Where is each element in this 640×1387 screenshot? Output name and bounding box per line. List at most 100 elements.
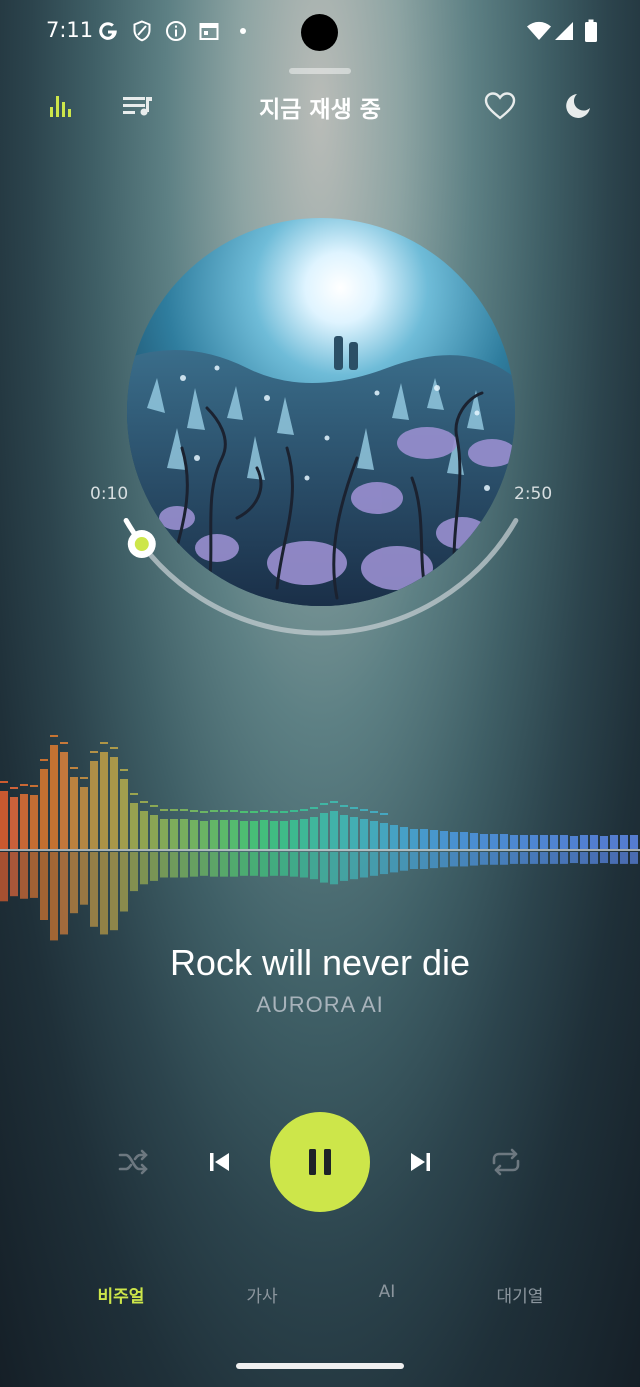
visualizer-bar bbox=[270, 821, 278, 849]
calendar-icon bbox=[198, 19, 220, 43]
visualizer-peak bbox=[200, 811, 208, 813]
visualizer-bar bbox=[190, 820, 198, 849]
visualizer-bar bbox=[520, 835, 528, 849]
shuffle-icon bbox=[118, 1149, 148, 1175]
shield-icon bbox=[131, 19, 153, 43]
visualizer-bar bbox=[20, 794, 28, 849]
visualizer-bar bbox=[460, 832, 468, 849]
repeat-icon bbox=[492, 1148, 520, 1176]
visualizer-peak bbox=[360, 809, 368, 811]
playlist-button[interactable] bbox=[115, 84, 159, 128]
visualizer-bar bbox=[540, 835, 548, 849]
visualizer-peak bbox=[300, 809, 308, 811]
visualizer-peak bbox=[320, 803, 328, 805]
visualizer-bar-reflection bbox=[630, 852, 638, 864]
visualizer-bar bbox=[470, 833, 478, 849]
home-indicator[interactable] bbox=[236, 1363, 404, 1369]
pause-button[interactable] bbox=[270, 1112, 370, 1212]
visualizer-bar-reflection bbox=[190, 852, 198, 877]
visualizer-bar bbox=[290, 820, 298, 849]
visualizer-bar bbox=[310, 817, 318, 849]
visualizer-bar bbox=[620, 835, 628, 849]
visualizer-bar bbox=[30, 795, 38, 849]
visualizer-bar-reflection bbox=[480, 852, 488, 865]
visualizer-bar bbox=[360, 819, 368, 849]
visualizer-bar bbox=[110, 757, 118, 849]
visualizer-peak bbox=[70, 767, 78, 769]
song-artist: AURORA AI bbox=[256, 992, 384, 1017]
visualizer-bar-reflection bbox=[340, 852, 348, 881]
visualizer-bar-reflection bbox=[120, 852, 128, 912]
visualizer-bar bbox=[320, 813, 328, 849]
visualizer-baseline bbox=[0, 849, 640, 851]
previous-button[interactable] bbox=[198, 1140, 242, 1184]
visualizer-bar-reflection bbox=[150, 852, 158, 881]
next-button[interactable] bbox=[398, 1140, 442, 1184]
visualizer-peak bbox=[220, 810, 228, 812]
visualizer-bar bbox=[370, 821, 378, 849]
visualizer-bar bbox=[550, 835, 558, 849]
visualizer-bar bbox=[70, 777, 78, 849]
tab-queue[interactable]: 대기열 bbox=[460, 1282, 580, 1310]
sleep-timer-button[interactable] bbox=[556, 84, 600, 128]
visualizer-bar bbox=[440, 831, 448, 849]
equalizer-button[interactable] bbox=[39, 84, 83, 128]
favorite-button[interactable] bbox=[478, 84, 522, 128]
tab-lyrics[interactable]: 가사 bbox=[202, 1282, 322, 1310]
visualizer-peak bbox=[110, 747, 118, 749]
tab-visual[interactable]: 비주얼 bbox=[61, 1282, 181, 1310]
visualizer-bar bbox=[50, 745, 58, 849]
visualizer-bar-reflection bbox=[90, 852, 98, 927]
visualizer-bar-reflection bbox=[10, 852, 18, 897]
next-icon bbox=[411, 1153, 430, 1171]
visualizer-bar-reflection bbox=[110, 852, 118, 931]
visualizer-bar bbox=[490, 834, 498, 849]
visualizer-bar-reflection bbox=[560, 852, 568, 864]
visualizer-bar bbox=[580, 835, 588, 849]
visualizer-bar-reflection bbox=[160, 852, 168, 878]
heart-icon bbox=[484, 92, 516, 120]
visualizer-peak bbox=[60, 742, 68, 744]
moon-icon bbox=[566, 94, 590, 118]
visualizer-peak bbox=[120, 769, 128, 771]
visualizer-bar-reflection bbox=[410, 852, 418, 869]
visualizer-bar-reflection bbox=[320, 852, 328, 883]
repeat-button[interactable] bbox=[484, 1140, 528, 1184]
visualizer-bar bbox=[340, 815, 348, 849]
visualizer-bar-reflection bbox=[450, 852, 458, 867]
visualizer-peak bbox=[280, 811, 288, 813]
visualizer-peak bbox=[190, 810, 198, 812]
visualizer-bar bbox=[180, 819, 188, 849]
visualizer-bar-reflection bbox=[330, 852, 338, 885]
playlist-icon bbox=[123, 97, 152, 116]
dot-icon bbox=[238, 19, 248, 43]
progress-thumb[interactable] bbox=[127, 530, 156, 559]
visualizer-peak bbox=[380, 813, 388, 815]
visualizer-bar-reflection bbox=[530, 852, 538, 864]
visualizer-bar-reflection bbox=[140, 852, 148, 885]
visualizer-bar-reflection bbox=[0, 852, 8, 902]
tab-ai[interactable]: AI bbox=[327, 1282, 447, 1310]
visualizer-bar-reflection bbox=[360, 852, 368, 878]
drag-handle[interactable] bbox=[289, 68, 351, 74]
pause-icon bbox=[309, 1149, 331, 1175]
visualizer-peak bbox=[240, 811, 248, 813]
equalizer-icon bbox=[50, 96, 71, 117]
visualizer-peak bbox=[260, 810, 268, 812]
previous-icon bbox=[210, 1153, 229, 1171]
visualizer-bar-reflection bbox=[380, 852, 388, 875]
visualizer-bar-reflection bbox=[80, 852, 88, 905]
visualizer-peak bbox=[170, 809, 178, 811]
shuffle-button[interactable] bbox=[112, 1140, 156, 1184]
visualizer-bar bbox=[430, 830, 438, 849]
visualizer-bar bbox=[420, 829, 428, 849]
visualizer-bar bbox=[300, 819, 308, 849]
visualizer-bar bbox=[630, 835, 638, 849]
visualizer-bar-reflection bbox=[420, 852, 428, 869]
visualizer-peak bbox=[230, 810, 238, 812]
progress-arc[interactable] bbox=[120, 210, 520, 640]
visualizer-bar bbox=[140, 811, 148, 849]
visualizer-bar-reflection bbox=[600, 852, 608, 864]
visualizer-bar bbox=[130, 803, 138, 849]
elapsed-time: 0:10 bbox=[90, 484, 129, 504]
